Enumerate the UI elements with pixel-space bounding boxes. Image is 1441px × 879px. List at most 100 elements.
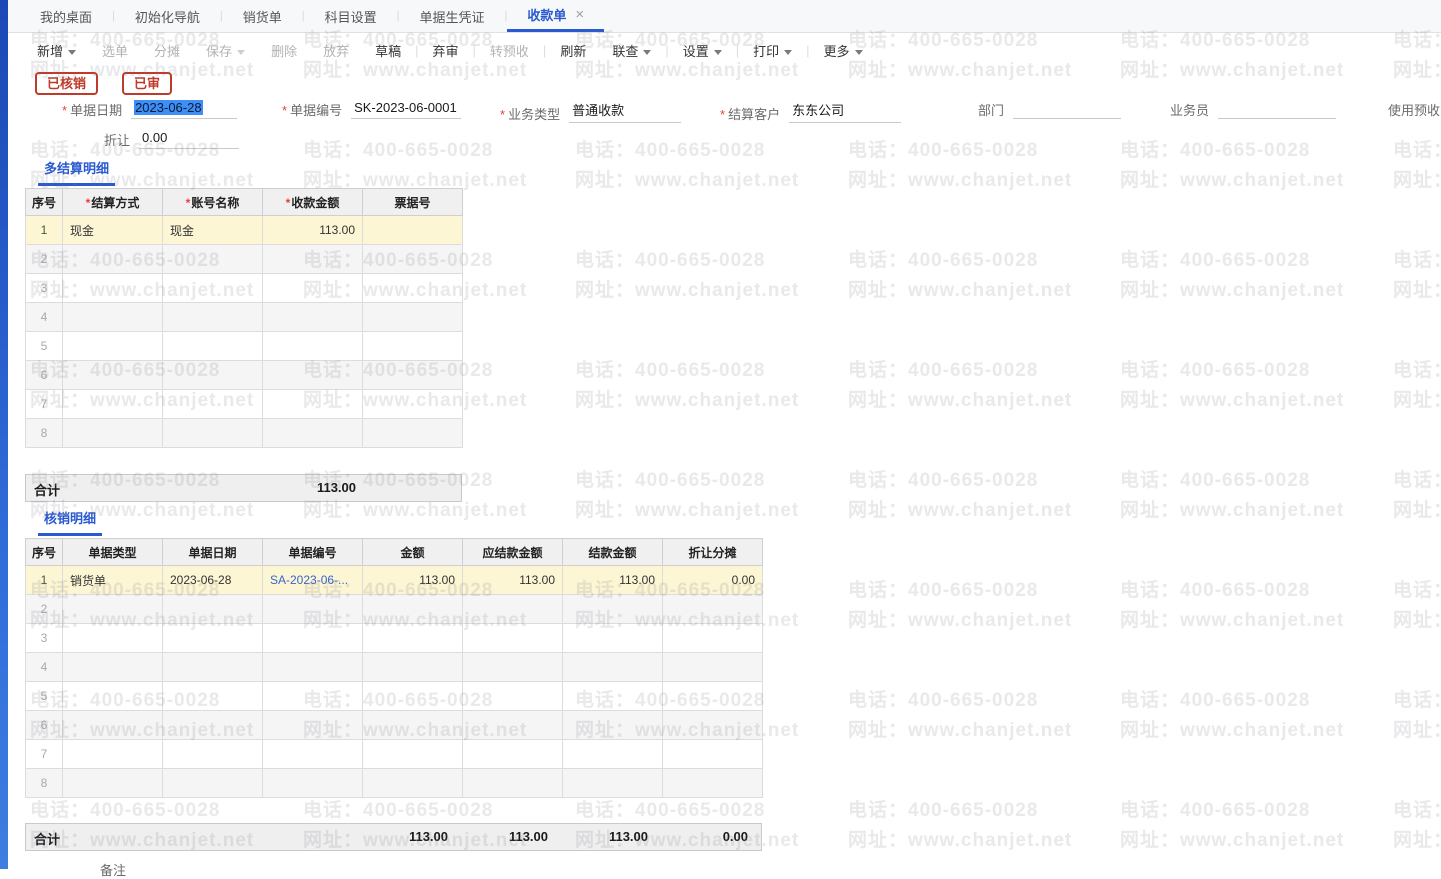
field-value-department[interactable]: [1013, 102, 1122, 119]
cell[interactable]: [262, 681, 363, 711]
cell[interactable]: [62, 623, 163, 653]
cell[interactable]: [662, 681, 763, 711]
cell[interactable]: [462, 594, 563, 624]
cell[interactable]: 现金: [62, 215, 163, 245]
cell[interactable]: [562, 652, 663, 682]
cell[interactable]: [662, 710, 763, 740]
toolbar-button-draft[interactable]: 草稿: [362, 41, 414, 60]
toolbar-button-delete[interactable]: 删除: [258, 41, 310, 60]
cell[interactable]: [262, 623, 363, 653]
cell[interactable]: [162, 710, 263, 740]
cell[interactable]: [462, 768, 563, 798]
cell[interactable]: [562, 594, 663, 624]
cell[interactable]: [262, 768, 363, 798]
cell[interactable]: [462, 623, 563, 653]
cell[interactable]: [262, 389, 363, 419]
toolbar-button-discard[interactable]: 放弃: [310, 41, 362, 60]
toolbar-button-unapprove[interactable]: 弃审: [420, 41, 472, 60]
cell[interactable]: [162, 302, 263, 332]
toolbar-button-allocate[interactable]: 分摊: [141, 41, 193, 60]
cell[interactable]: 113.00: [462, 565, 563, 595]
cell[interactable]: [62, 302, 163, 332]
cell[interactable]: [162, 739, 263, 769]
cell[interactable]: [62, 331, 163, 361]
cell[interactable]: 现金: [162, 215, 263, 245]
cell[interactable]: [62, 360, 163, 390]
cell[interactable]: [162, 331, 263, 361]
tab-close-icon[interactable]: ×: [575, 6, 584, 23]
cell[interactable]: [162, 594, 263, 624]
toolbar-button-to-advance[interactable]: 转预收: [477, 41, 542, 60]
cell[interactable]: [662, 652, 763, 682]
field-value-customer[interactable]: 东东公司: [789, 100, 902, 123]
cell[interactable]: [162, 623, 263, 653]
doc-link[interactable]: SA-2023-06-...: [270, 573, 348, 587]
tab-receipt[interactable]: 收款单 ×: [507, 0, 605, 32]
cell[interactable]: [362, 681, 463, 711]
tab-account-setup[interactable]: 科目设置: [305, 0, 397, 32]
cell[interactable]: [162, 360, 263, 390]
cell[interactable]: [362, 652, 463, 682]
cell[interactable]: [262, 739, 363, 769]
cell[interactable]: [62, 768, 163, 798]
toolbar-button-more[interactable]: 更多: [811, 41, 876, 60]
cell[interactable]: [162, 244, 263, 274]
cell[interactable]: [462, 739, 563, 769]
cell[interactable]: [562, 623, 663, 653]
cell[interactable]: [362, 623, 463, 653]
cell[interactable]: [662, 623, 763, 653]
cell[interactable]: [362, 244, 463, 274]
cell[interactable]: 113.00: [262, 215, 363, 245]
cell[interactable]: 销货单: [62, 565, 163, 595]
cell[interactable]: [362, 768, 463, 798]
tab-writeoff-detail[interactable]: 核销明细: [38, 508, 103, 536]
cell[interactable]: [362, 331, 463, 361]
cell[interactable]: SA-2023-06-...: [262, 565, 363, 595]
field-value-discount[interactable]: 0.00: [139, 130, 240, 149]
field-value-doc-no[interactable]: SK-2023-06-0001: [351, 100, 462, 119]
cell[interactable]: [462, 710, 563, 740]
cell[interactable]: [662, 594, 763, 624]
toolbar-button-print[interactable]: 打印: [740, 41, 805, 60]
cell[interactable]: [262, 331, 363, 361]
toolbar-button-save[interactable]: 保存: [193, 41, 258, 60]
tab-my-desktop[interactable]: 我的桌面: [20, 0, 112, 32]
field-value-doc-date[interactable]: 2023-06-28: [131, 100, 238, 119]
tab-settlement-detail[interactable]: 多结算明细: [38, 158, 116, 186]
cell[interactable]: [362, 739, 463, 769]
cell[interactable]: [62, 389, 163, 419]
cell[interactable]: [62, 594, 163, 624]
cell[interactable]: 0.00: [662, 565, 763, 595]
toolbar-button-link-query[interactable]: 联查: [599, 41, 664, 60]
tab-sales-order[interactable]: 销货单: [223, 0, 302, 32]
cell[interactable]: [262, 273, 363, 303]
cell[interactable]: [62, 739, 163, 769]
cell[interactable]: [362, 302, 463, 332]
cell[interactable]: [362, 360, 463, 390]
cell[interactable]: [362, 418, 463, 448]
tab-doc-to-voucher[interactable]: 单据生凭证: [400, 0, 505, 32]
cell[interactable]: [162, 681, 263, 711]
cell[interactable]: [262, 418, 363, 448]
cell[interactable]: [62, 273, 163, 303]
cell[interactable]: [362, 273, 463, 303]
cell[interactable]: [662, 768, 763, 798]
cell[interactable]: [562, 739, 663, 769]
cell[interactable]: [262, 360, 363, 390]
toolbar-button-add[interactable]: 新增: [24, 41, 89, 60]
cell[interactable]: [462, 681, 563, 711]
cell[interactable]: 113.00: [362, 565, 463, 595]
cell[interactable]: [362, 594, 463, 624]
cell[interactable]: [262, 302, 363, 332]
toolbar-button-select-doc[interactable]: 选单: [89, 41, 141, 60]
cell[interactable]: [262, 244, 363, 274]
cell[interactable]: [62, 418, 163, 448]
field-value-biz-type[interactable]: 普通收款: [569, 100, 682, 123]
cell[interactable]: [362, 389, 463, 419]
field-value-salesperson[interactable]: [1218, 102, 1337, 119]
tab-init-nav[interactable]: 初始化导航: [115, 0, 220, 32]
cell[interactable]: [662, 739, 763, 769]
cell[interactable]: [62, 710, 163, 740]
cell[interactable]: 113.00: [562, 565, 663, 595]
cell[interactable]: [262, 594, 363, 624]
